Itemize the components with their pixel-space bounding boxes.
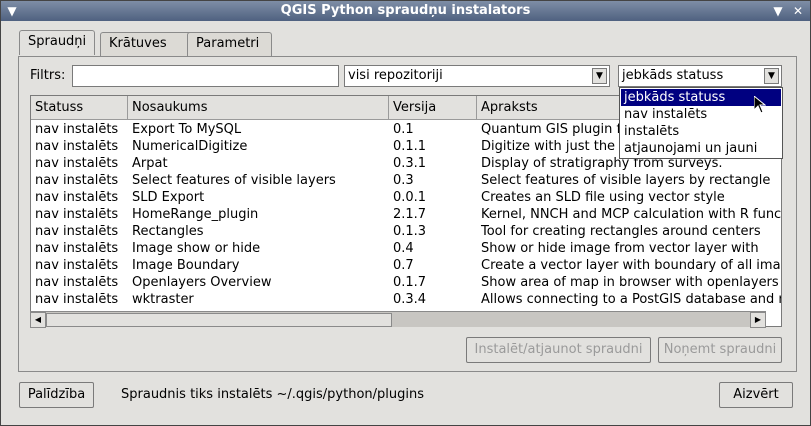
cell-version: 0.1.1 <box>393 139 427 154</box>
table-row[interactable]: nav instalēts Openlayers Overview 0.1.7 Sho… <box>31 274 781 291</box>
minimize-icon[interactable]: ▼ <box>770 3 786 19</box>
repository-select[interactable]: visi repozitoriji ▼ <box>344 65 610 87</box>
cell-name: Export To MySQL <box>132 122 242 137</box>
cell-description: Show or hide image from vector layer wit… <box>481 241 759 256</box>
status-select[interactable]: jebkāds statuss ▼ <box>618 65 782 87</box>
table-row[interactable]: nav instalēts Rectangles 0.1.3 Tool for cre… <box>31 223 781 240</box>
cell-description: Kernel, NNCH and MCP calculation with R … <box>481 207 782 222</box>
installer-window: ▼ QGIS Python spraudņu instalators ▼ ✕ S… <box>0 0 811 426</box>
filter-label: Filtrs: <box>30 68 66 83</box>
cell-name: Image Boundary <box>132 258 240 273</box>
status-select-value: jebkāds statuss <box>622 68 724 83</box>
table-row[interactable]: nav instalēts Image Boundary 0.7 Create a v… <box>31 257 782 274</box>
tab-kratuves[interactable]: Krātuves <box>100 32 196 56</box>
arrow-right-icon[interactable]: ▶ <box>750 312 766 328</box>
title-bar: ▼ QGIS Python spraudņu instalators ▼ ✕ <box>1 1 810 21</box>
window-title: QGIS Python spraudņu instalators <box>280 3 531 18</box>
cell-status: nav instalēts <box>35 207 119 222</box>
table-row[interactable]: nav instalēts SLD Export 0.0.1 Creates an S… <box>31 189 781 206</box>
cell-description: Tool for creating rectangles around cent… <box>481 224 761 239</box>
tab-parametri[interactable]: Parametri <box>187 32 272 56</box>
status-text: Spraudnis tiks instalēts ~/.qgis/python/… <box>121 387 425 402</box>
cell-name: SLD Export <box>132 190 205 205</box>
cell-name: NumericalDigitize <box>132 139 248 154</box>
scrollbar-thumb[interactable] <box>46 313 392 327</box>
column-header-version[interactable]: Versija <box>389 96 477 120</box>
filter-input[interactable] <box>72 65 339 87</box>
cell-description: Show area of map in browser with openlay… <box>481 275 779 290</box>
cell-name: Rectangles <box>132 224 204 239</box>
cell-version: 0.1 <box>393 122 414 137</box>
table-row[interactable]: nav instalēts Select features of visible … <box>31 172 781 189</box>
cell-version: 0.4 <box>393 241 414 256</box>
chevron-down-icon[interactable]: ▼ <box>4 3 20 19</box>
cell-status: nav instalēts <box>35 224 119 239</box>
help-button[interactable]: Palīdzība <box>19 382 94 408</box>
cell-status: nav instalēts <box>35 139 119 154</box>
arrow-left-icon[interactable]: ◀ <box>30 312 46 328</box>
cell-version: 0.0.1 <box>393 190 427 205</box>
table-row[interactable]: nav instalēts wktraster 0.3.4 Allows connec… <box>31 291 781 308</box>
cell-version: 0.3 <box>393 173 414 188</box>
cell-status: nav instalēts <box>35 258 119 273</box>
cell-version: 0.3.4 <box>393 292 427 307</box>
cell-status: nav instalēts <box>35 190 119 205</box>
cell-description: Create a vector layer with boundary of a… <box>481 258 782 273</box>
cell-name: Select features of visible layers <box>132 173 336 188</box>
cell-name: Image show or hide <box>132 241 261 256</box>
cell-status: nav instalēts <box>35 156 119 171</box>
cell-version: 0.1.7 <box>393 275 427 290</box>
close-icon[interactable]: ✕ <box>790 3 806 19</box>
table-row[interactable]: nav instalēts HomeRange_plugin 2.1.7 Kernel… <box>31 206 782 223</box>
dropdown-option-upgradeable[interactable]: atjaunojami un jauni <box>621 140 781 157</box>
column-header-name[interactable]: Nosaukums <box>128 96 389 120</box>
cell-version: 0.7 <box>393 258 414 273</box>
chevron-down-icon: ▼ <box>592 68 607 84</box>
cell-status: nav instalēts <box>35 241 119 256</box>
cell-name: Arpat <box>132 156 168 171</box>
uninstall-button[interactable]: Noņemt spraudni <box>658 337 782 363</box>
cell-description: Allows connecting to a PostGIS database … <box>481 292 781 307</box>
cell-version: 2.1.7 <box>393 207 427 222</box>
cell-status: nav instalēts <box>35 292 119 307</box>
cell-status: nav instalēts <box>35 122 119 137</box>
close-button[interactable]: Aizvērt <box>719 382 793 408</box>
table-row[interactable]: nav instalēts Image show or hide 0.4 Show o… <box>31 240 781 257</box>
repository-select-value: visi repozitoriji <box>348 68 443 83</box>
cell-version: 0.3.1 <box>393 156 427 171</box>
dropdown-option-installed[interactable]: instalēts <box>621 123 781 140</box>
cell-description: Creates an SLD file using vector style <box>481 190 725 205</box>
cell-name: Openlayers Overview <box>132 275 272 290</box>
cell-description: Select features of visible layers by rec… <box>481 173 771 188</box>
column-header-status[interactable]: Statuss <box>31 96 128 120</box>
cell-status: nav instalēts <box>35 173 119 188</box>
chevron-down-icon: ▼ <box>764 68 779 84</box>
cell-version: 0.1.3 <box>393 224 427 239</box>
mouse-cursor-icon <box>754 96 766 114</box>
cell-name: wktraster <box>132 292 194 307</box>
tab-spraudni[interactable]: Spraudņi <box>19 30 95 55</box>
cell-name: HomeRange_plugin <box>132 207 259 222</box>
install-button[interactable]: Instalēt/atjaunot spraudni <box>466 337 651 363</box>
horizontal-scrollbar[interactable]: ◀ ▶ <box>30 311 766 328</box>
cell-status: nav instalēts <box>35 275 119 290</box>
